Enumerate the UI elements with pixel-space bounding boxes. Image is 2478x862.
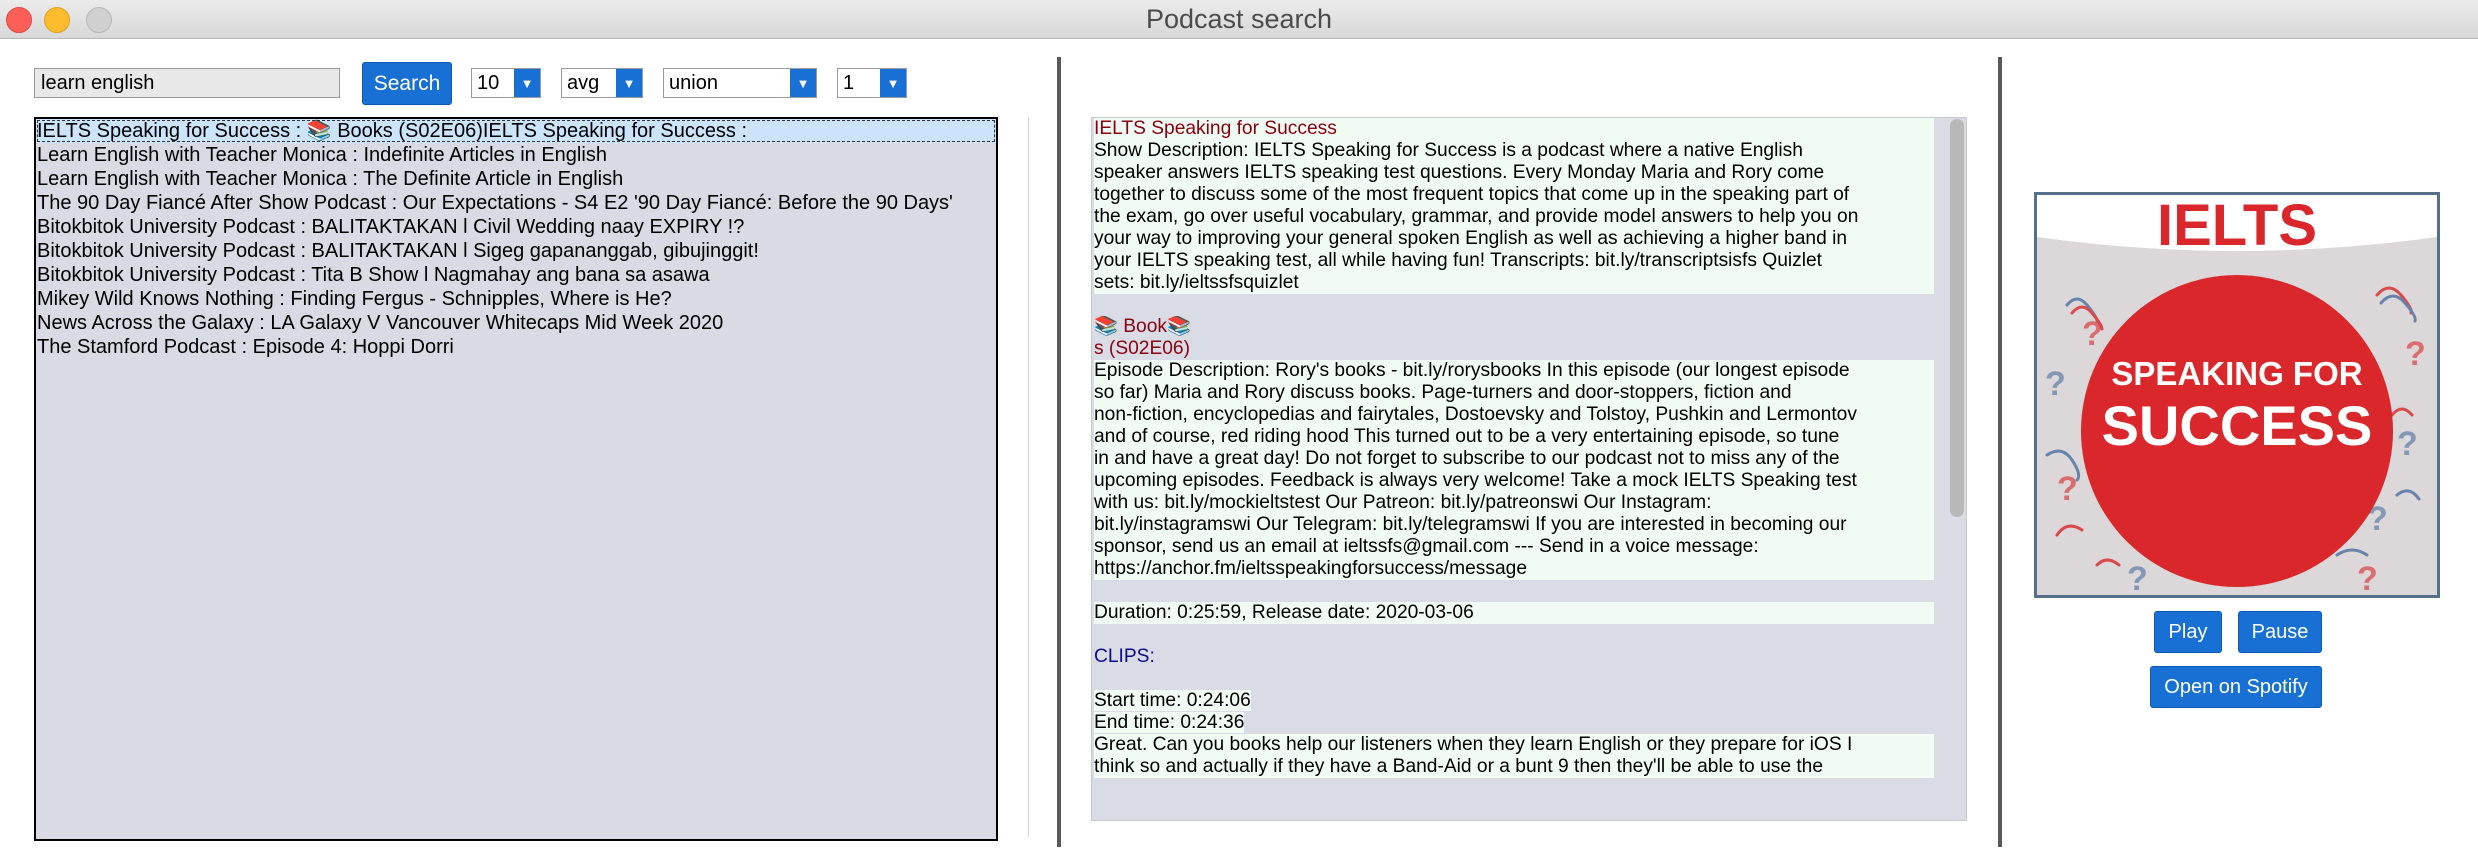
svg-text:?: ? bbox=[2405, 335, 2426, 373]
chevron-down-icon: ▼ bbox=[514, 69, 540, 97]
pause-button[interactable]: Pause bbox=[2238, 611, 2322, 653]
page-select[interactable]: 1 ▼ bbox=[837, 68, 907, 98]
panel-divider[interactable] bbox=[1057, 57, 1061, 847]
aggregation-select[interactable]: avg ▼ bbox=[561, 68, 643, 98]
svg-text:?: ? bbox=[2045, 365, 2066, 403]
svg-text:?: ? bbox=[2357, 560, 2378, 595]
svg-text:?: ? bbox=[2082, 315, 2103, 353]
main-content: Search 10 ▼ avg ▼ union ▼ 1 ▼ IELTS Spea… bbox=[0, 39, 2478, 862]
duration-release-date: Duration: 0:25:59, Release date: 2020-03… bbox=[1094, 602, 1934, 624]
list-item[interactable]: The Stamford Podcast : Episode 4: Hoppi … bbox=[36, 335, 996, 359]
mode-select-value: union bbox=[669, 72, 718, 94]
count-select-value: 10 bbox=[477, 72, 500, 94]
show-description: Show Description: IELTS Speaking for Suc… bbox=[1094, 140, 1934, 294]
episode-description: Episode Description: Rory's books - bit.… bbox=[1094, 360, 1934, 580]
search-button[interactable]: Search bbox=[362, 62, 452, 105]
list-item[interactable]: Learn English with Teacher Monica : The … bbox=[36, 167, 996, 191]
clip-start-time: Start time: 0:24:06 bbox=[1094, 690, 1251, 711]
episode-title-continued: s (S02E06) bbox=[1094, 338, 1190, 359]
list-item[interactable]: Bitokbitok University Podcast : BALITAKT… bbox=[36, 215, 996, 239]
list-item[interactable]: Mikey Wild Knows Nothing : Finding Fergu… bbox=[36, 287, 996, 311]
artwork-image: ? ? ? ? ? ? ? ? IELTS SPEAKING FOR SUCCE… bbox=[2037, 195, 2437, 595]
divider bbox=[1028, 117, 1029, 837]
list-item[interactable]: Learn English with Teacher Monica : Inde… bbox=[36, 143, 996, 167]
window-title: Podcast search bbox=[1145, 4, 1333, 34]
clip-transcript: Great. Can you books help our listeners … bbox=[1094, 734, 1934, 778]
search-input[interactable] bbox=[34, 68, 340, 98]
page-select-value: 1 bbox=[843, 72, 855, 94]
list-item[interactable]: The 90 Day Fiancé After Show Podcast : O… bbox=[36, 191, 996, 215]
list-item[interactable]: IELTS Speaking for Success : 📚 Books (S0… bbox=[36, 119, 996, 143]
chevron-down-icon: ▼ bbox=[790, 69, 816, 97]
list-item[interactable]: Bitokbitok University Podcast : BALITAKT… bbox=[36, 239, 996, 263]
artwork-subtitle: SPEAKING FOR bbox=[2111, 355, 2362, 392]
list-item[interactable]: Bitokbitok University Podcast : Tita B S… bbox=[36, 263, 996, 287]
svg-text:?: ? bbox=[2057, 470, 2078, 508]
play-button[interactable]: Play bbox=[2154, 611, 2222, 653]
show-title: IELTS Speaking for Success bbox=[1094, 118, 1934, 140]
list-item[interactable]: News Across the Galaxy : LA Galaxy V Van… bbox=[36, 311, 996, 335]
mode-select[interactable]: union ▼ bbox=[663, 68, 817, 98]
svg-text:?: ? bbox=[2397, 425, 2418, 463]
episode-title: 📚 Book📚 bbox=[1094, 316, 1191, 337]
detail-scrollbar[interactable] bbox=[1950, 119, 1964, 517]
podcast-artwork: ? ? ? ? ? ? ? ? IELTS SPEAKING FOR SUCCE… bbox=[2034, 192, 2440, 598]
chevron-down-icon: ▼ bbox=[616, 69, 642, 97]
results-list[interactable]: IELTS Speaking for Success : 📚 Books (S0… bbox=[34, 117, 998, 841]
aggregation-select-value: avg bbox=[567, 72, 600, 94]
title-bar: Podcast search bbox=[0, 0, 2478, 39]
clip-end-time: End time: 0:24:36 bbox=[1094, 712, 1245, 733]
artwork-success: SUCCESS bbox=[2102, 394, 2373, 457]
count-select[interactable]: 10 ▼ bbox=[471, 68, 541, 98]
episode-detail-panel[interactable]: IELTS Speaking for Success Show Descript… bbox=[1091, 117, 1967, 821]
panel-divider[interactable] bbox=[1998, 57, 2002, 847]
svg-text:?: ? bbox=[2127, 560, 2148, 595]
chevron-down-icon: ▼ bbox=[880, 69, 906, 97]
open-on-spotify-button[interactable]: Open on Spotify bbox=[2150, 666, 2322, 708]
clips-label: CLIPS: bbox=[1094, 646, 1155, 667]
artwork-title-ielts: IELTS bbox=[2157, 195, 2317, 258]
